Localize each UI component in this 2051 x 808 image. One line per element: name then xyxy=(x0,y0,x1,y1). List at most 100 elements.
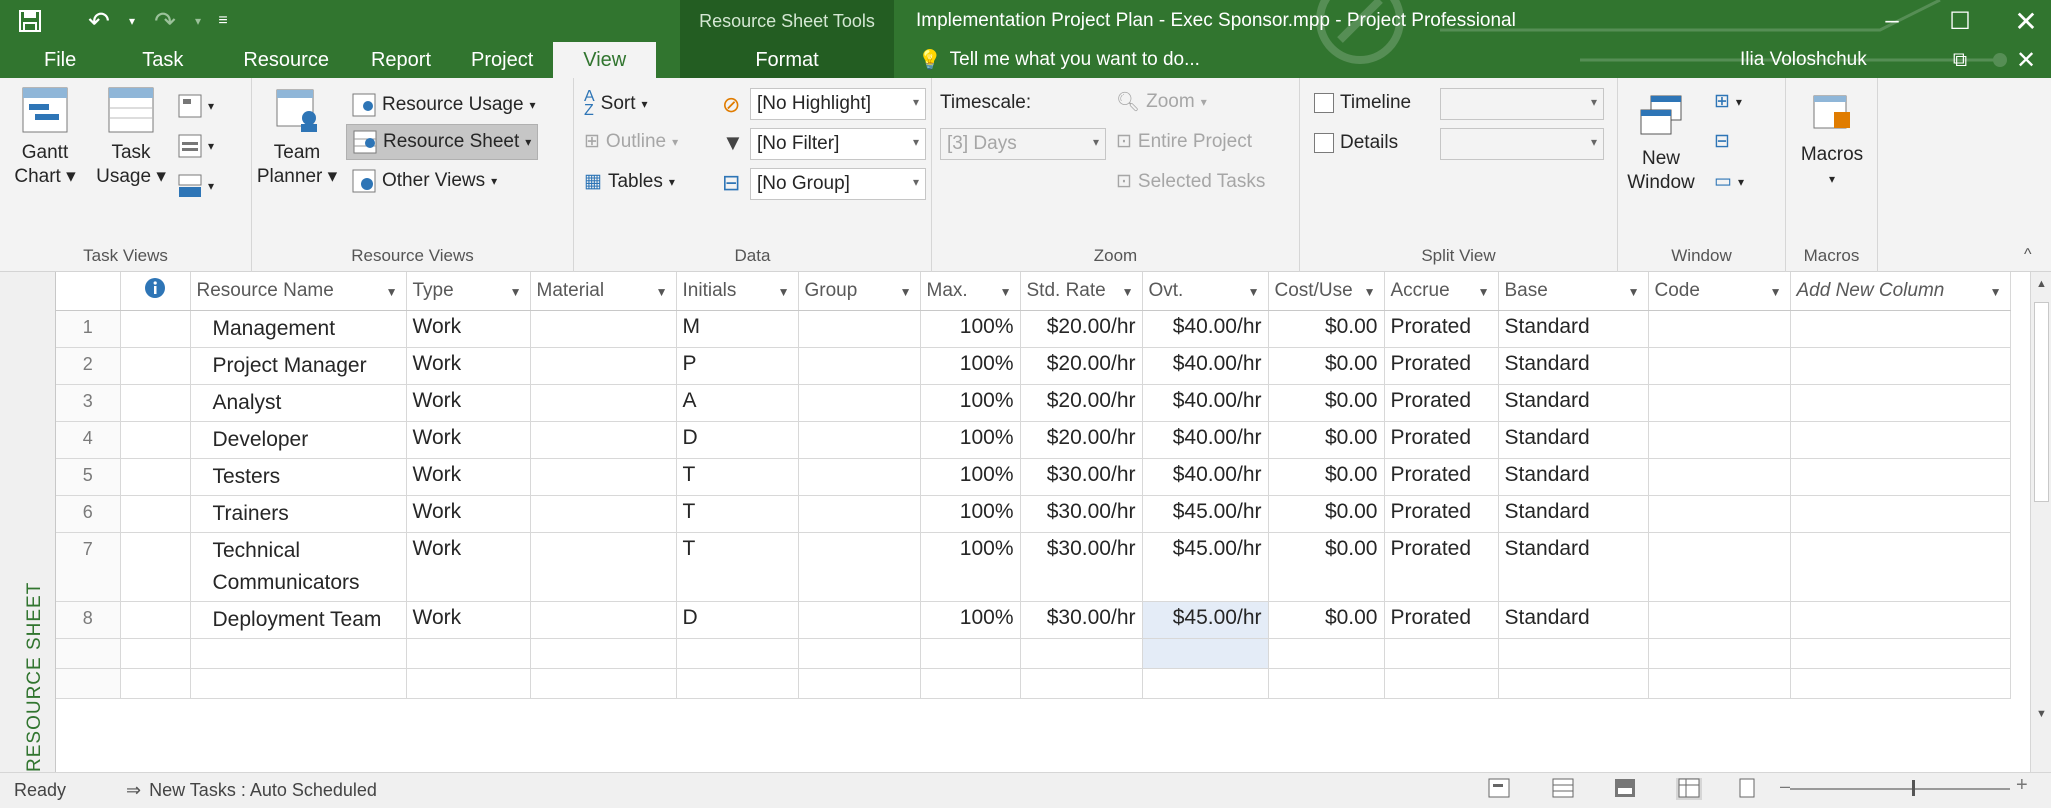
empty-cell[interactable] xyxy=(56,668,121,699)
empty-cell[interactable] xyxy=(120,638,191,669)
cell-resource-name[interactable]: Deployment Team xyxy=(190,601,407,639)
macros-button[interactable]: Macros ▾ xyxy=(1792,92,1872,191)
cell-max[interactable]: 100% xyxy=(920,601,1021,639)
gantt-view-shortcut-icon[interactable] xyxy=(1488,778,1514,800)
row-number[interactable]: 4 xyxy=(56,421,121,459)
cell-type[interactable]: Work xyxy=(406,495,531,533)
cell-std-rate[interactable]: $20.00/hr xyxy=(1020,310,1143,348)
cell-max[interactable]: 100% xyxy=(920,458,1021,496)
filter-arrow-icon[interactable]: ▼ xyxy=(900,285,912,299)
empty-cell[interactable] xyxy=(56,638,121,669)
cell-ovt[interactable]: $45.00/hr xyxy=(1142,601,1269,639)
cell-initials[interactable]: A xyxy=(676,384,799,422)
cell-base[interactable]: Standard xyxy=(1498,310,1649,348)
col-base[interactable]: Base ▼ xyxy=(1498,272,1649,311)
details-checkbox-box[interactable] xyxy=(1314,133,1334,153)
table-row[interactable]: 3 Analyst Work A 100% $20.00/hr $40.00/hr $0.00… xyxy=(56,384,2011,422)
cell-ovt[interactable]: $45.00/hr xyxy=(1142,532,1269,602)
cell-accrue[interactable]: Prorated xyxy=(1384,601,1499,639)
task-usage-shortcut-icon[interactable] xyxy=(1552,778,1578,800)
col-resource-name[interactable]: Resource Name ▼ xyxy=(190,272,407,311)
cell-initials[interactable]: T xyxy=(676,458,799,496)
cell-cost-use[interactable]: $0.00 xyxy=(1268,421,1385,459)
empty-cell[interactable] xyxy=(798,668,921,699)
vertical-scrollbar[interactable]: ▲ ▼ xyxy=(2030,272,2051,772)
zoom-slider-thumb[interactable] xyxy=(1912,780,1915,796)
cell-std-rate[interactable]: $30.00/hr xyxy=(1020,495,1143,533)
details-checkbox[interactable]: Details xyxy=(1314,132,1398,154)
empty-cell[interactable] xyxy=(1384,638,1499,669)
cell-std-rate[interactable]: $20.00/hr xyxy=(1020,347,1143,385)
customize-qat-icon[interactable]: ≡ xyxy=(208,0,238,42)
zoom-slider[interactable] xyxy=(1790,788,2010,790)
cell-group[interactable] xyxy=(798,495,921,533)
cell-cost-use[interactable]: $0.00 xyxy=(1268,495,1385,533)
cell-cost-use[interactable]: $0.00 xyxy=(1268,347,1385,385)
empty-cell[interactable] xyxy=(1790,668,2011,699)
cell-max[interactable]: 100% xyxy=(920,310,1021,348)
cell-group[interactable] xyxy=(798,532,921,602)
cell-type[interactable]: Work xyxy=(406,458,531,496)
filter-arrow-icon[interactable]: ▼ xyxy=(778,285,790,299)
hide-window-button[interactable]: ⊟ xyxy=(1714,130,1730,153)
cell-type[interactable]: Work xyxy=(406,384,531,422)
other-views-button[interactable]: Other Views ▾ xyxy=(346,164,503,198)
empty-cell[interactable] xyxy=(1498,668,1649,699)
col-material[interactable]: Material ▼ xyxy=(530,272,677,311)
cell-add-new-column[interactable] xyxy=(1790,384,2011,422)
col-add-new-column[interactable]: Add New Column ▼ xyxy=(1790,272,2011,311)
cell-material[interactable] xyxy=(530,458,677,496)
cell-type[interactable]: Work xyxy=(406,601,531,639)
resource-sheet-button[interactable]: Resource Sheet ▾ xyxy=(346,124,539,160)
undo-icon[interactable]: ↶ xyxy=(76,0,122,42)
cell-accrue[interactable]: Prorated xyxy=(1384,458,1499,496)
tab-project[interactable]: Project xyxy=(449,42,553,78)
cell-initials[interactable]: T xyxy=(676,532,799,602)
filter-arrow-icon[interactable]: ▼ xyxy=(1478,285,1490,299)
filter-arrow-icon[interactable]: ▼ xyxy=(386,285,398,299)
redo-icon[interactable]: ↷ xyxy=(142,0,188,42)
col-ovt[interactable]: Ovt. ▼ xyxy=(1142,272,1269,311)
zoom-button[interactable]: 🔍︎ Zoom ▾ xyxy=(1116,90,1207,114)
cell-ovt[interactable]: $40.00/hr xyxy=(1142,310,1269,348)
tables-button[interactable]: ▦ Tables ▾ xyxy=(584,170,675,193)
empty-cell[interactable] xyxy=(120,668,191,699)
cell-initials[interactable]: D xyxy=(676,601,799,639)
timeline-dropdown[interactable]: ▾ xyxy=(1440,88,1604,120)
cell-indicators[interactable] xyxy=(120,347,191,385)
team-planner-button[interactable]: Team Planner ▾ xyxy=(252,86,342,189)
cell-add-new-column[interactable] xyxy=(1790,421,2011,459)
cell-group[interactable] xyxy=(798,601,921,639)
tab-report[interactable]: Report xyxy=(353,42,449,78)
empty-cell[interactable] xyxy=(798,638,921,669)
empty-cell[interactable] xyxy=(1142,668,1269,699)
cell-accrue[interactable]: Prorated xyxy=(1384,421,1499,459)
empty-cell[interactable] xyxy=(190,638,407,669)
cell-group[interactable] xyxy=(798,458,921,496)
table-row[interactable]: 6 Trainers Work T 100% $30.00/hr $45.00/hr $0.0… xyxy=(56,495,2011,533)
cell-material[interactable] xyxy=(530,310,677,348)
scrollbar-thumb[interactable] xyxy=(2034,302,2049,502)
col-std-rate[interactable]: Std. Rate ▼ xyxy=(1020,272,1143,311)
cell-type[interactable]: Work xyxy=(406,347,531,385)
timeline-checkbox[interactable]: Timeline xyxy=(1314,92,1411,114)
cell-code[interactable] xyxy=(1648,532,1791,602)
timeline-checkbox-box[interactable] xyxy=(1314,93,1334,113)
col-cost-use[interactable]: Cost/Use ▼ xyxy=(1268,272,1385,311)
cell-cost-use[interactable]: $0.00 xyxy=(1268,532,1385,602)
indicators-header[interactable] xyxy=(120,272,191,311)
filter-arrow-icon[interactable]: ▼ xyxy=(510,285,522,299)
cell-code[interactable] xyxy=(1648,384,1791,422)
empty-cell[interactable] xyxy=(406,638,531,669)
scroll-down-icon[interactable]: ▼ xyxy=(2036,708,2047,720)
tab-view[interactable]: View xyxy=(553,42,657,78)
filter-arrow-icon[interactable]: ▼ xyxy=(1990,285,2002,299)
cell-code[interactable] xyxy=(1648,310,1791,348)
cell-base[interactable]: Standard xyxy=(1498,601,1649,639)
cell-ovt[interactable]: $45.00/hr xyxy=(1142,495,1269,533)
row-number[interactable]: 1 xyxy=(56,310,121,348)
cell-material[interactable] xyxy=(530,347,677,385)
empty-row[interactable] xyxy=(56,638,2011,669)
cell-base[interactable]: Standard xyxy=(1498,384,1649,422)
filter-arrow-icon[interactable]: ▼ xyxy=(1122,285,1134,299)
